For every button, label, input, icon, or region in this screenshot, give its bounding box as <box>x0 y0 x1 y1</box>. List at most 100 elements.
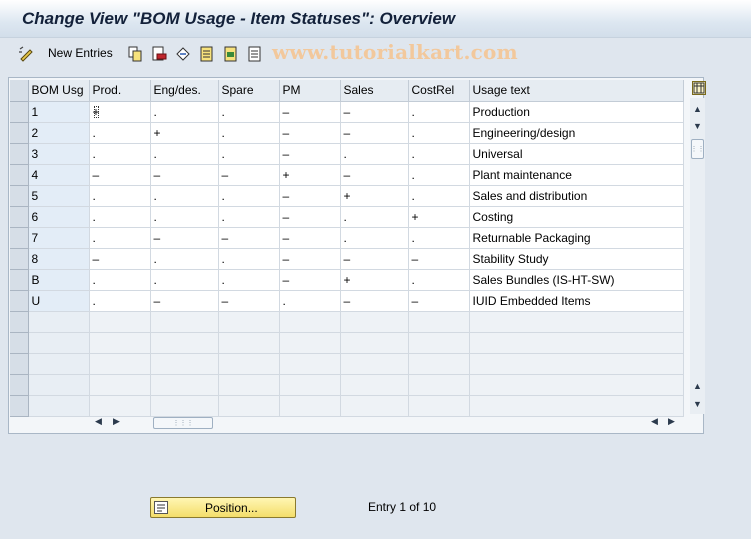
scroll-left-icon[interactable]: ◀ <box>95 416 102 427</box>
table-cell[interactable]: – <box>279 206 341 228</box>
row-selector[interactable] <box>10 248 29 270</box>
table-cell[interactable] <box>89 395 151 417</box>
table-cell[interactable]: – <box>89 248 151 270</box>
table-cell[interactable]: – <box>89 164 151 186</box>
table-cell[interactable] <box>340 311 409 333</box>
table-cell[interactable] <box>150 311 219 333</box>
row-selector[interactable] <box>10 374 29 396</box>
table-cell[interactable] <box>408 353 470 375</box>
table-cell[interactable] <box>408 395 470 417</box>
table-row[interactable]: 3... –.. Universal <box>10 143 684 165</box>
table-cell[interactable]: . <box>340 143 409 165</box>
table-cell[interactable]: + <box>340 269 409 291</box>
delete-icon[interactable] <box>149 44 169 64</box>
table-cell[interactable] <box>150 353 219 375</box>
table-cell[interactable]: – <box>279 269 341 291</box>
table-cell[interactable] <box>28 395 90 417</box>
table-cell[interactable]: . <box>89 206 151 228</box>
table-cell[interactable]: . <box>408 227 470 249</box>
cursor-field[interactable]: + <box>93 105 100 119</box>
table-row[interactable]: 1 +.. – –. Production <box>10 101 684 123</box>
table-cell[interactable]: . <box>340 227 409 249</box>
empty-row[interactable] <box>10 353 684 375</box>
table-cell[interactable]: – <box>340 122 409 144</box>
table-cell[interactable]: Stability Study <box>469 248 684 270</box>
column-header[interactable]: Usage text <box>469 80 684 102</box>
row-selector[interactable] <box>10 353 29 375</box>
table-cell[interactable] <box>340 332 409 354</box>
table-cell[interactable] <box>279 311 341 333</box>
table-cell[interactable]: Production <box>469 101 684 123</box>
table-cell[interactable]: . <box>89 122 151 144</box>
new-entries-button[interactable]: New Entries <box>48 46 113 60</box>
table-cell[interactable] <box>469 353 684 375</box>
table-cell[interactable] <box>28 353 90 375</box>
table-cell[interactable]: Returnable Packaging <box>469 227 684 249</box>
table-cell[interactable]: + <box>408 206 470 228</box>
table-cell[interactable]: . <box>218 101 280 123</box>
table-cell[interactable]: Sales and distribution <box>469 185 684 207</box>
h-scrollbar-thumb[interactable]: ⋮⋮⋮ <box>153 417 213 429</box>
table-cell[interactable]: . <box>218 206 280 228</box>
row-selector[interactable] <box>10 269 29 291</box>
table-cell[interactable] <box>340 353 409 375</box>
table-cell[interactable] <box>89 311 151 333</box>
table-cell[interactable] <box>150 395 219 417</box>
table-cell[interactable] <box>469 374 684 396</box>
select-all-cell[interactable] <box>10 80 29 102</box>
table-cell[interactable] <box>469 332 684 354</box>
table-cell[interactable]: . <box>150 143 219 165</box>
table-cell[interactable]: IUID Embedded Items <box>469 290 684 312</box>
table-cell[interactable]: . <box>218 269 280 291</box>
table-cell[interactable] <box>218 374 280 396</box>
page-down-icon[interactable]: ▼ <box>690 396 705 412</box>
column-header[interactable]: Prod. <box>89 80 151 102</box>
table-cell[interactable] <box>28 374 90 396</box>
table-cell[interactable]: . <box>218 248 280 270</box>
scroll-left-end-icon[interactable]: ◀ <box>651 416 658 427</box>
table-cell[interactable]: . <box>89 185 151 207</box>
table-cell[interactable]: – <box>340 164 409 186</box>
row-selector[interactable] <box>10 143 29 165</box>
table-cell[interactable]: . <box>279 290 341 312</box>
table-cell[interactable]: – <box>279 227 341 249</box>
table-cell[interactable]: – <box>150 164 219 186</box>
table-cell[interactable]: . <box>218 143 280 165</box>
table-cell[interactable]: – <box>150 290 219 312</box>
column-header[interactable]: Eng/des. <box>150 80 219 102</box>
scroll-right-icon[interactable]: ▶ <box>113 416 120 427</box>
select-all-icon[interactable] <box>197 44 217 64</box>
table-cell[interactable] <box>279 332 341 354</box>
position-button[interactable]: Position... <box>150 497 296 518</box>
table-cell[interactable]: . <box>408 269 470 291</box>
undo-icon[interactable] <box>173 44 193 64</box>
table-cell[interactable]: . <box>150 101 219 123</box>
table-cell[interactable]: + <box>89 101 151 123</box>
table-cell[interactable]: . <box>218 185 280 207</box>
table-cell[interactable]: . <box>408 185 470 207</box>
row-selector[interactable] <box>10 101 29 123</box>
table-cell[interactable]: + <box>279 164 341 186</box>
table-cell[interactable] <box>279 353 341 375</box>
row-selector[interactable] <box>10 290 29 312</box>
table-row[interactable]: B... – +. Sales Bundles (IS-HT-SW) <box>10 269 684 291</box>
empty-row[interactable] <box>10 311 684 333</box>
table-cell[interactable]: – <box>279 185 341 207</box>
table-cell[interactable] <box>150 332 219 354</box>
empty-row[interactable] <box>10 374 684 396</box>
table-cell[interactable]: . <box>150 185 219 207</box>
table-cell[interactable] <box>279 374 341 396</box>
table-cell[interactable] <box>218 311 280 333</box>
table-cell[interactable]: . <box>408 143 470 165</box>
table-cell[interactable]: . <box>89 269 151 291</box>
row-selector[interactable] <box>10 227 29 249</box>
table-cell[interactable]: – <box>218 290 280 312</box>
new-entries-icon[interactable] <box>17 44 37 64</box>
table-cell[interactable] <box>89 374 151 396</box>
column-header[interactable]: PM <box>279 80 341 102</box>
select-block-icon[interactable] <box>221 44 241 64</box>
table-row[interactable]: 8–.. – – – Stability Study <box>10 248 684 270</box>
scroll-up-icon[interactable]: ▲ <box>690 101 705 117</box>
table-cell[interactable]: Sales Bundles (IS-HT-SW) <box>469 269 684 291</box>
table-row[interactable]: 2. +. – –. Engineering/design <box>10 122 684 144</box>
